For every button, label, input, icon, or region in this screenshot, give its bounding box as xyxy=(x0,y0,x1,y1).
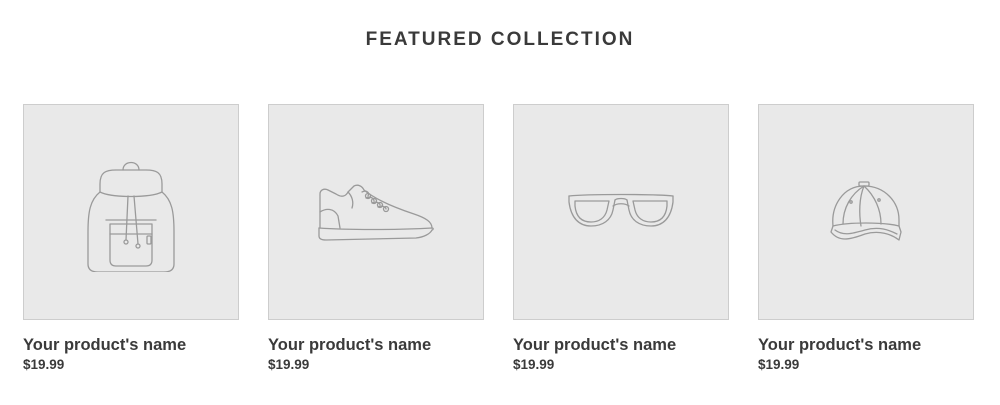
product-price: $19.99 xyxy=(758,357,800,372)
sneaker-icon xyxy=(318,184,434,241)
product-image[interactable] xyxy=(758,104,974,320)
product-name[interactable]: Your product's name xyxy=(268,335,484,355)
section-title: FEATURED COLLECTION xyxy=(365,29,635,50)
product-card[interactable]: Your product's name $19.99 xyxy=(513,104,729,374)
product-price: $19.99 xyxy=(513,357,555,372)
product-card[interactable]: Your product's name $19.99 xyxy=(758,104,974,374)
product-name[interactable]: Your product's name xyxy=(758,335,974,355)
product-image[interactable] xyxy=(513,104,729,320)
backpack-icon xyxy=(87,161,175,272)
sunglasses-icon xyxy=(568,193,674,227)
product-grid: Your product's name $19.99 Your product'… xyxy=(23,104,976,374)
product-card[interactable]: Your product's name $19.99 xyxy=(268,104,484,374)
product-image[interactable] xyxy=(268,104,484,320)
product-price: $19.99 xyxy=(23,357,65,372)
product-card[interactable]: Your product's name $19.99 xyxy=(23,104,239,374)
product-price: $19.99 xyxy=(268,357,310,372)
product-image[interactable] xyxy=(23,104,239,320)
product-name[interactable]: Your product's name xyxy=(513,335,729,355)
cap-icon xyxy=(830,181,902,241)
product-name[interactable]: Your product's name xyxy=(23,335,239,355)
